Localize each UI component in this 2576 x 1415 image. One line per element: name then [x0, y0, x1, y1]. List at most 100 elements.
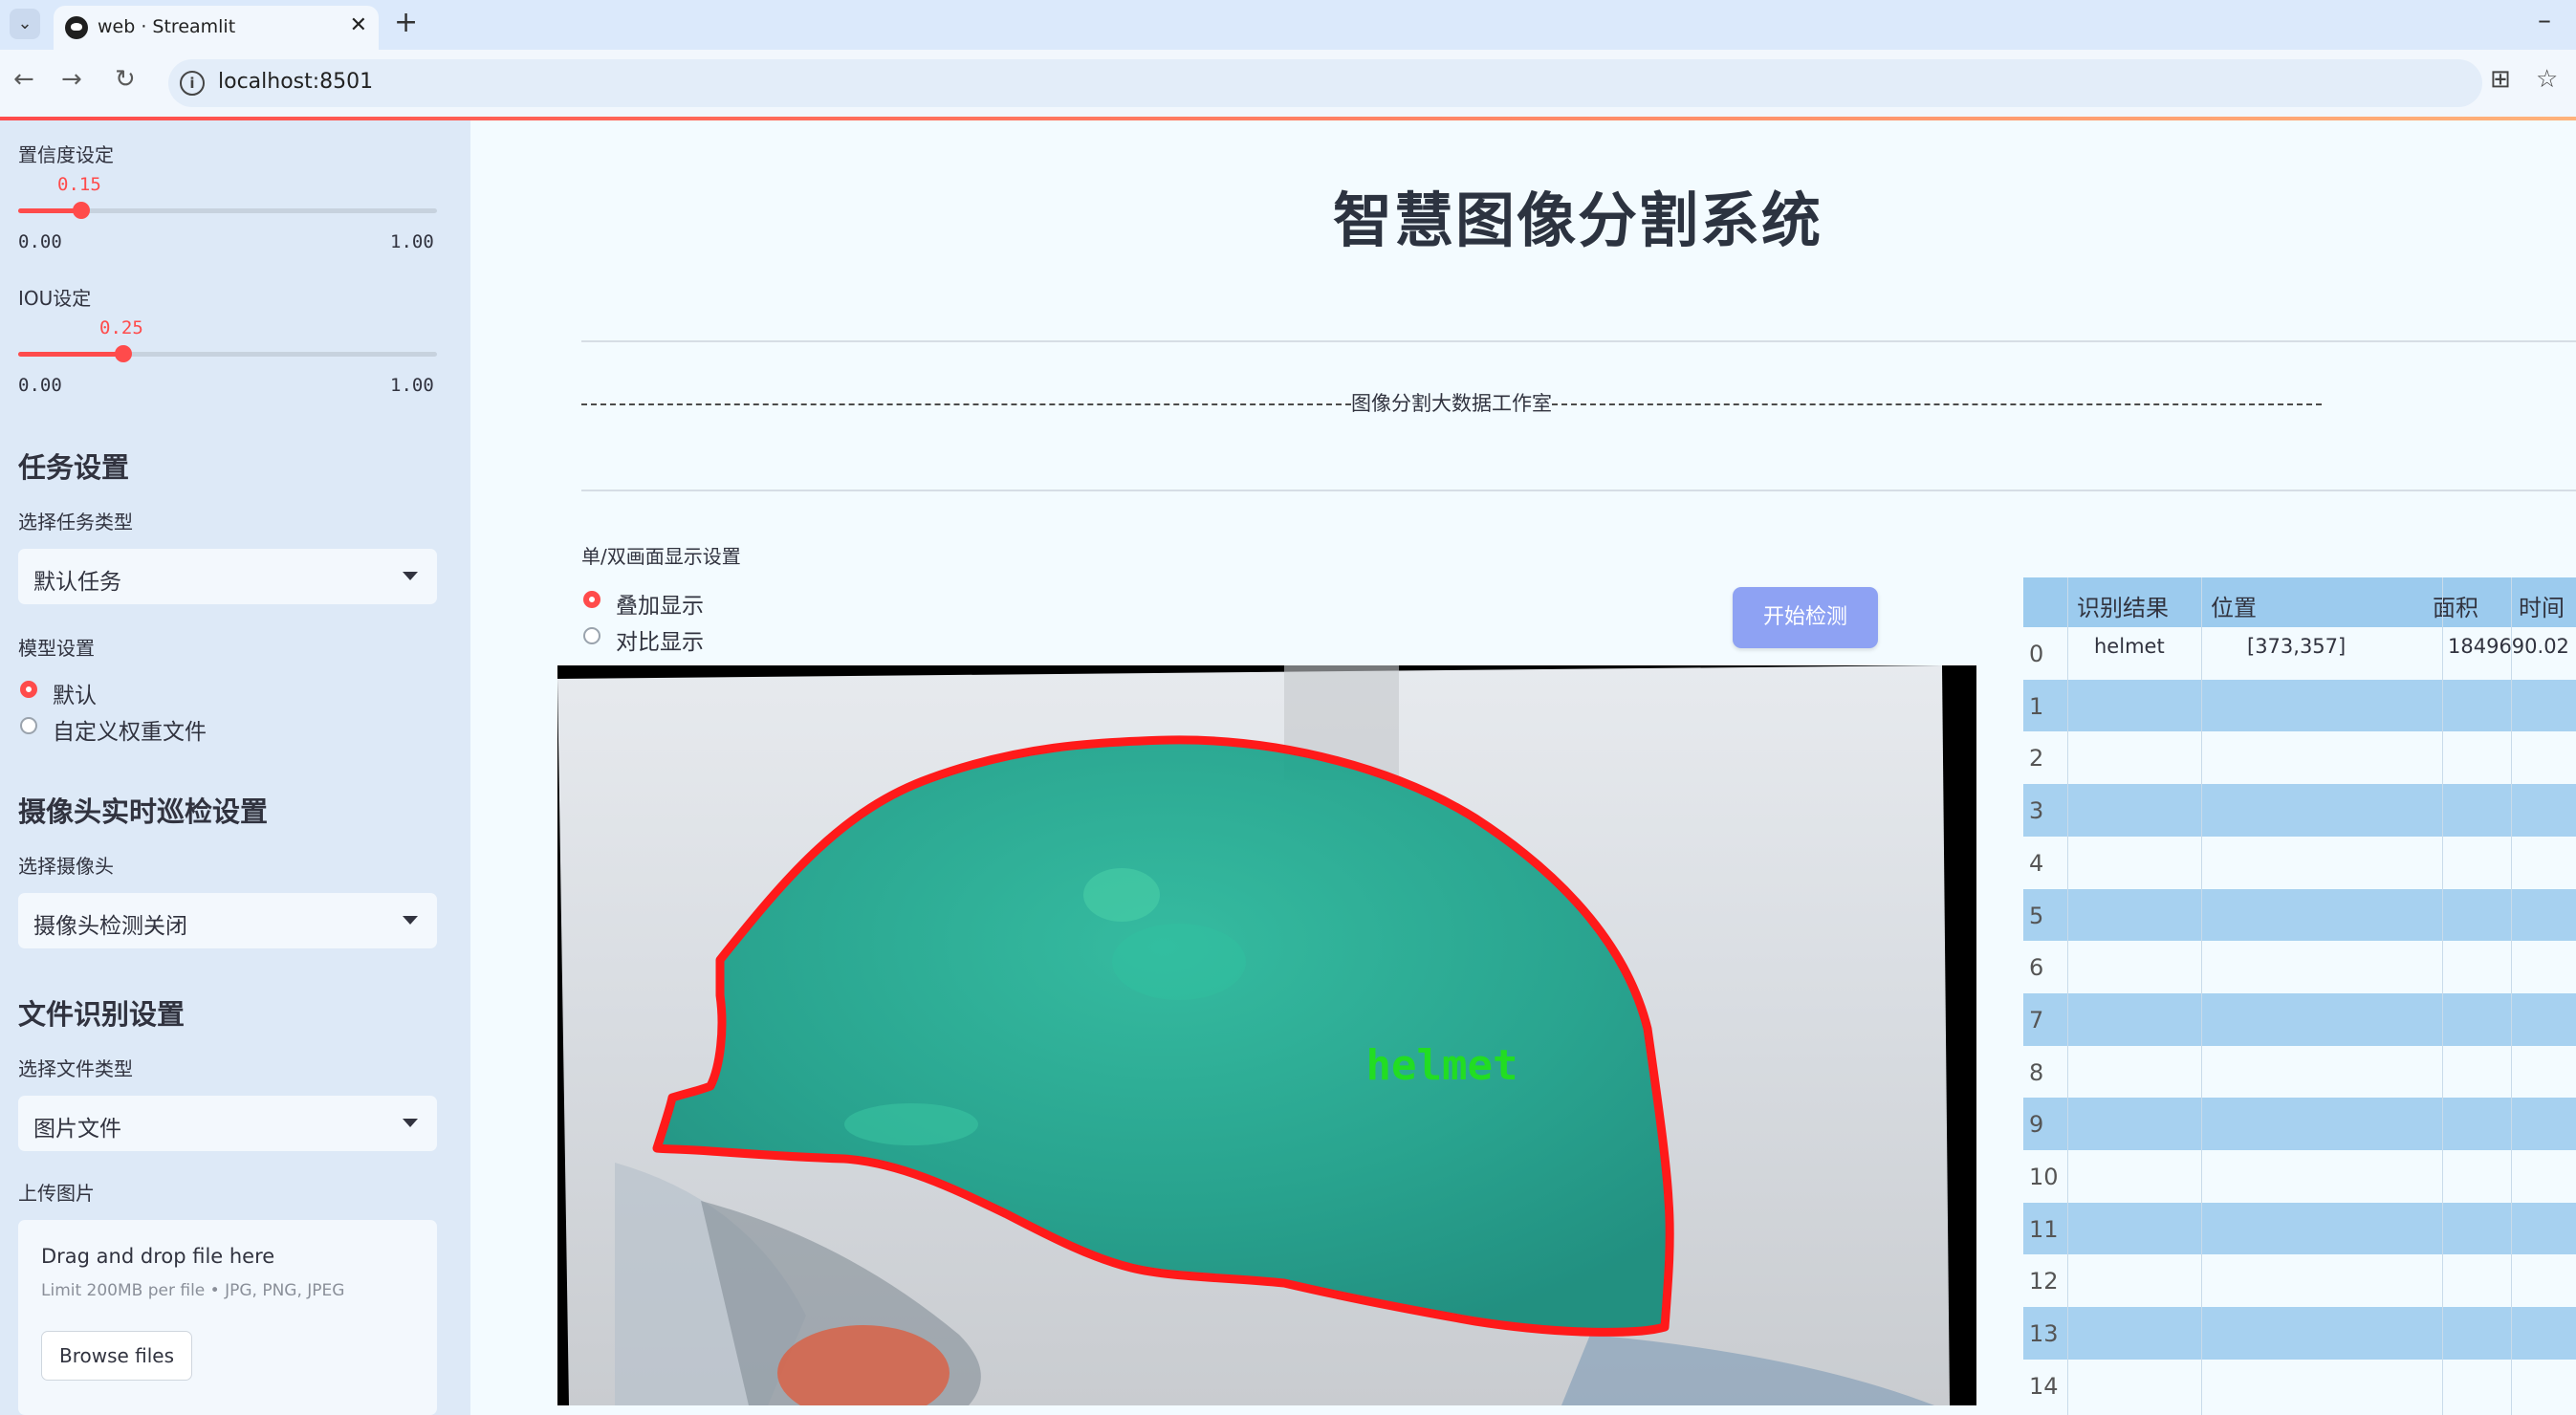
row-index: 6	[2029, 954, 2044, 982]
row-index: 12	[2029, 1268, 2059, 1295]
helmet-highlight	[844, 1103, 978, 1145]
row-index: 4	[2029, 849, 2044, 877]
display-mode-option-label: 叠加显示	[616, 594, 704, 619]
display-mode-option-label: 对比显示	[616, 630, 704, 655]
bookmark-star-icon[interactable]: ☆	[2536, 65, 2558, 94]
table-row[interactable]: 14	[2023, 1359, 2576, 1412]
browser-tab-strip: ⌄ web · Streamlit ✕ + –	[0, 0, 2576, 50]
tab-title: web · Streamlit	[98, 16, 236, 37]
file-dropzone[interactable]: Drag and drop file here Limit 200MB per …	[18, 1220, 437, 1415]
dropzone-limit: Limit 200MB per file • JPG, PNG, JPEG	[41, 1281, 345, 1300]
file-type-label: 选择文件类型	[18, 1057, 133, 1080]
task-type-label: 选择任务类型	[18, 511, 133, 533]
camera-selected: 摄像头检测关闭	[33, 914, 187, 939]
camera-select-label: 选择摄像头	[18, 855, 114, 878]
file-settings-heading: 文件识别设置	[18, 998, 186, 1031]
task-type-select[interactable]: 默认任务	[18, 549, 437, 604]
area-cell: 1849690.02	[2448, 635, 2569, 658]
dropzone-title: Drag and drop file here	[41, 1245, 275, 1268]
table-row[interactable]: 8	[2023, 1045, 2576, 1099]
studio-divider: 图像分割大数据工作室	[581, 388, 2379, 417]
table-header: 识别结果 位置 面积 时间	[2023, 577, 2576, 627]
table-row[interactable]: 11	[2023, 1202, 2576, 1255]
column-header-result[interactable]: 识别结果	[2077, 589, 2169, 622]
radio-unselected-icon[interactable]	[583, 627, 600, 644]
camera-select[interactable]: 摄像头检测关闭	[18, 893, 437, 948]
task-settings-heading: 任务设置	[18, 451, 130, 484]
url-field[interactable]: i localhost:8501	[168, 59, 2482, 107]
column-header-time[interactable]: 时间	[2519, 589, 2565, 622]
column-header-position[interactable]: 位置	[2211, 589, 2257, 622]
table-row[interactable]: 6	[2023, 941, 2576, 994]
position-cell: [373,357]	[2247, 635, 2347, 658]
iou-slider-thumb[interactable]	[115, 345, 132, 362]
iou-value: 0.25	[99, 317, 143, 338]
streamlit-favicon-icon	[65, 16, 88, 39]
result-cell: helmet	[2094, 635, 2165, 658]
table-row[interactable]: 7	[2023, 992, 2576, 1046]
column-separator	[2067, 577, 2068, 1415]
row-index: 7	[2029, 1006, 2044, 1034]
confidence-value: 0.15	[57, 174, 101, 195]
table-row[interactable]: 2	[2023, 731, 2576, 785]
chevron-down-icon	[403, 916, 418, 925]
model-option-label: 自定义权重文件	[53, 720, 207, 745]
start-detection-button[interactable]: 开始检测	[1733, 587, 1878, 648]
row-index: 0	[2029, 641, 2044, 667]
address-bar-row: ← → ↻ i localhost:8501 ⊞ ☆	[0, 50, 2576, 119]
translate-icon[interactable]: ⊞	[2490, 65, 2511, 94]
confidence-slider[interactable]	[18, 202, 437, 219]
segmentation-canvas: helmet	[557, 665, 1950, 1405]
iou-max: 1.00	[390, 375, 434, 396]
model-settings-label: 模型设置	[18, 637, 95, 660]
page-title: 智慧图像分割系统	[1333, 185, 1823, 255]
row-index: 14	[2029, 1372, 2059, 1400]
tab-close-icon[interactable]: ✕	[350, 13, 367, 37]
task-type-selected: 默认任务	[33, 570, 121, 595]
results-table[interactable]: 识别结果 位置 面积 时间 0 helmet [373,357] 1849690.02…	[2023, 577, 2576, 1415]
radio-unselected-icon[interactable]	[20, 717, 37, 734]
row-index: 8	[2029, 1058, 2044, 1086]
confidence-max: 1.00	[390, 231, 434, 252]
row-index: 2	[2029, 745, 2044, 773]
radio-selected-icon[interactable]	[20, 681, 37, 698]
tab-search-chevron-icon[interactable]: ⌄	[10, 9, 40, 39]
chevron-down-icon	[403, 1119, 418, 1127]
row-index: 1	[2029, 692, 2044, 720]
forward-arrow-icon[interactable]: →	[61, 65, 82, 94]
table-row[interactable]: 5	[2023, 888, 2576, 942]
table-row[interactable]: 3	[2023, 784, 2576, 838]
file-type-selected: 图片文件	[33, 1117, 121, 1142]
table-row[interactable]: 9	[2023, 1098, 2576, 1151]
reload-icon[interactable]: ↻	[115, 65, 136, 94]
url-text: localhost:8501	[218, 70, 374, 94]
segmentation-result-image: helmet	[557, 665, 1976, 1405]
column-separator	[2442, 577, 2443, 1415]
column-separator	[2511, 577, 2512, 1415]
table-row[interactable]: 12	[2023, 1254, 2576, 1308]
file-type-select[interactable]: 图片文件	[18, 1096, 437, 1151]
back-arrow-icon[interactable]: ←	[13, 65, 34, 94]
column-header-area[interactable]: 面积	[2433, 589, 2478, 622]
table-row[interactable]: 1	[2023, 679, 2576, 732]
browser-tab[interactable]: web · Streamlit ✕	[54, 6, 379, 50]
row-index: 13	[2029, 1320, 2059, 1348]
browse-files-button[interactable]: Browse files	[41, 1331, 192, 1381]
table-row[interactable]: 0 helmet [373,357] 1849690.02	[2023, 627, 2576, 680]
new-tab-icon[interactable]: +	[394, 6, 418, 39]
iou-slider[interactable]	[18, 345, 437, 362]
iou-slider-fill	[18, 352, 123, 357]
site-info-icon[interactable]: i	[180, 71, 205, 96]
window-minimize-icon[interactable]: –	[2538, 4, 2551, 35]
iou-min: 0.00	[18, 375, 62, 396]
table-row[interactable]: 10	[2023, 1150, 2576, 1203]
table-row[interactable]: 4	[2023, 836, 2576, 889]
table-row[interactable]: 13	[2023, 1307, 2576, 1361]
radio-selected-icon[interactable]	[583, 591, 600, 608]
divider-line	[581, 340, 2576, 342]
row-index: 9	[2029, 1111, 2044, 1139]
dash-line	[1552, 403, 2322, 405]
divider-line	[581, 490, 2576, 491]
confidence-slider-thumb[interactable]	[73, 202, 90, 219]
helmet-highlight	[1083, 868, 1160, 922]
